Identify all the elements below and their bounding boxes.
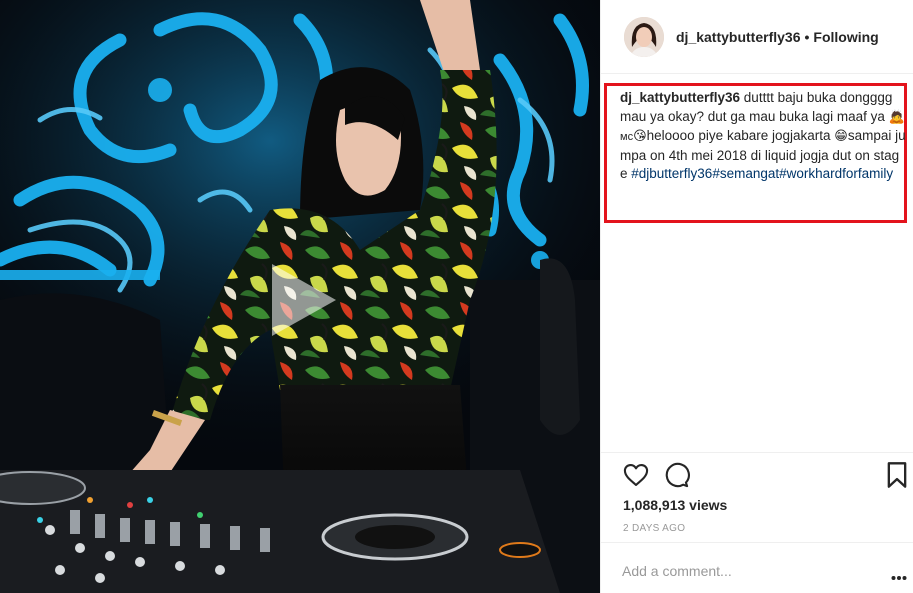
kiss-emoji: 😘: [633, 129, 647, 144]
caption-text-2: heloooo piye kabare jogjakarta: [646, 128, 835, 143]
separator-dot: •: [804, 29, 810, 45]
caption-mc: ᴍᴄ: [620, 131, 634, 143]
post-timestamp[interactable]: 2 DAYS AGO: [623, 523, 685, 534]
caption-username[interactable]: dj_kattybutterfly36: [620, 90, 740, 105]
ellipsis-icon[interactable]: [891, 568, 907, 580]
post-side-panel: dj_kattybutterfly36 • Following dj_kattybu…: [600, 0, 913, 593]
header-username[interactable]: dj_kattybutterfly36: [676, 29, 800, 45]
heart-icon[interactable]: [622, 461, 650, 489]
following-button[interactable]: Following: [813, 29, 878, 45]
comment-input[interactable]: [622, 560, 872, 582]
actions-divider: [601, 452, 913, 453]
play-icon[interactable]: [258, 258, 342, 342]
view-count[interactable]: 1,088,913 views: [623, 497, 727, 513]
avatar[interactable]: [624, 17, 664, 57]
post-caption: dj_kattybutterfly36 dutttt baju buka don…: [620, 89, 906, 184]
caption-hashtags[interactable]: #djbutterfly36#semangat#workhardforfamil…: [631, 166, 893, 181]
post-header: dj_kattybutterfly36 • Following: [601, 0, 913, 74]
bookmark-icon[interactable]: [885, 461, 909, 489]
bowing-emoji: 🙇: [888, 109, 905, 125]
grin-emoji: 😁: [834, 129, 848, 144]
header-text: dj_kattybutterfly36 • Following: [676, 29, 879, 45]
post-media[interactable]: [0, 0, 600, 593]
speech-bubble-icon[interactable]: [662, 461, 690, 489]
comment-divider: [601, 542, 913, 543]
